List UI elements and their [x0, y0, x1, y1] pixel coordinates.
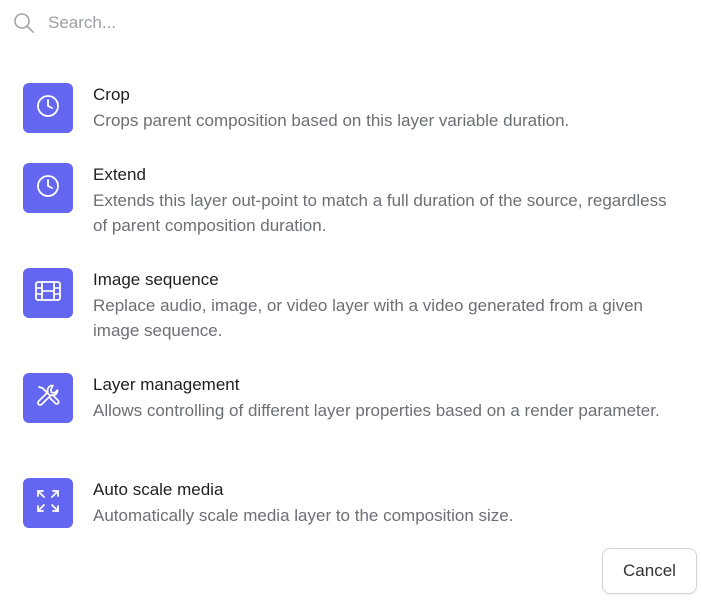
list-item-crop[interactable]: Crop Crops parent composition based on t… [23, 83, 683, 133]
clock-icon [35, 93, 61, 124]
extend-tile [23, 163, 73, 213]
item-title: Auto scale media [93, 480, 224, 499]
item-title: Image sequence [93, 270, 219, 289]
clock-icon [35, 173, 61, 204]
crop-tile [23, 83, 73, 133]
search-icon [12, 11, 36, 35]
tools-icon [34, 382, 62, 415]
list-item-extend[interactable]: Extend Extends this layer out-point to m… [23, 163, 683, 238]
list-item-layer-management[interactable]: Layer management Allows controlling of d… [23, 373, 683, 423]
cancel-button[interactable]: Cancel [602, 548, 697, 594]
image-sequence-tile [23, 268, 73, 318]
search-bar[interactable] [12, 8, 612, 38]
layer-management-tile [23, 373, 73, 423]
list-item-image-sequence[interactable]: Image sequence Replace audio, image, or … [23, 268, 683, 343]
expand-icon [34, 487, 62, 520]
film-icon [34, 278, 62, 309]
list-item-auto-scale-media[interactable]: Auto scale media Automatically scale med… [23, 478, 683, 528]
auto-scale-media-tile [23, 478, 73, 528]
item-description: Replace audio, image, or video layer wit… [93, 296, 643, 340]
item-description: Allows controlling of different layer pr… [93, 401, 660, 420]
search-input[interactable] [48, 13, 548, 33]
item-title: Crop [93, 85, 130, 104]
item-title: Layer management [93, 375, 240, 394]
item-title: Extend [93, 165, 146, 184]
item-description: Automatically scale media layer to the c… [93, 506, 514, 525]
item-description: Extends this layer out-point to match a … [93, 191, 667, 235]
item-description: Crops parent composition based on this l… [93, 111, 570, 130]
